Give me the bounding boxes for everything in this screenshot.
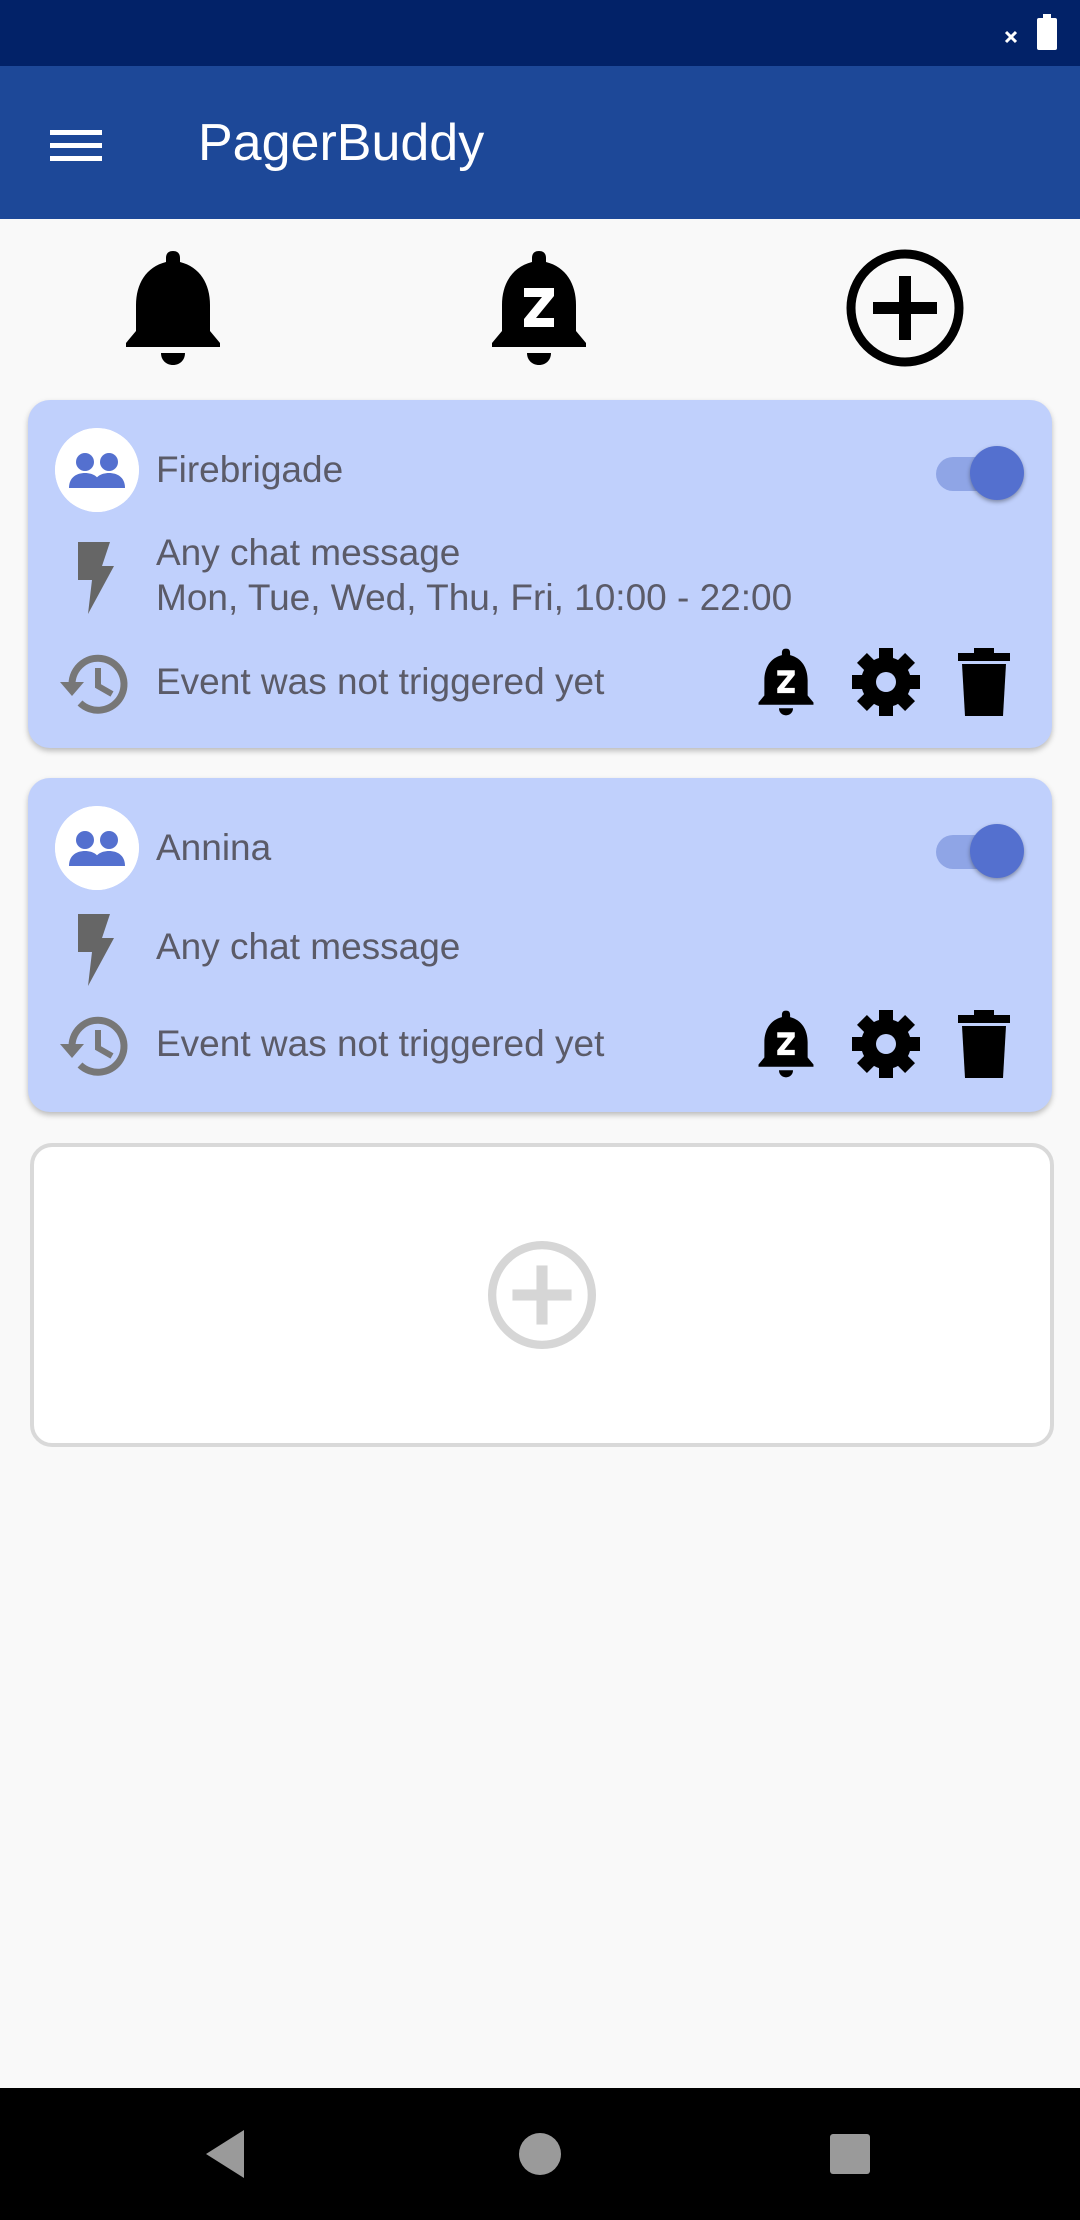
toggle-thumb [970,824,1024,878]
lightning-icon [78,542,114,614]
home-icon[interactable] [510,2124,570,2184]
navigation-bar [0,2088,1080,2220]
event-card: Firebrigade Any chat message Mon, Tue, W… [28,400,1052,748]
history-icon [60,1016,128,1076]
trigger-description: Any chat message [156,926,461,967]
menu-icon[interactable] [36,110,116,180]
group-avatar-icon [55,806,139,890]
history-status: Event was not triggered yet [156,1023,605,1064]
gear-icon[interactable] [848,1006,924,1082]
status-bar [0,0,1080,66]
trigger-schedule: Mon, Tue, Wed, Thu, Fri, 10:00 - 22:00 [156,577,793,618]
snooze-bell-icon[interactable] [748,1006,824,1082]
group-avatar-icon [55,428,139,512]
toggle-thumb [970,446,1024,500]
bell-icon[interactable] [108,243,238,373]
app-title: PagerBuddy [198,114,485,172]
enable-toggle[interactable] [928,440,1034,500]
lightning-icon [78,914,114,986]
add-circle-icon[interactable] [840,243,970,373]
history-icon [60,654,128,714]
close-icon [1004,30,1018,44]
top-actions [0,219,1080,389]
card-name: Annina [156,827,272,868]
snooze-bell-icon[interactable] [474,243,604,373]
back-icon[interactable] [196,2124,256,2184]
add-circle-icon [488,1241,596,1349]
card-name: Firebrigade [156,449,344,490]
trash-icon[interactable] [946,644,1022,720]
trash-icon[interactable] [946,1006,1022,1082]
battery-icon [1037,14,1057,50]
enable-toggle[interactable] [928,818,1034,878]
gear-icon[interactable] [848,644,924,720]
history-status: Event was not triggered yet [156,661,605,702]
recents-icon[interactable] [820,2124,880,2184]
snooze-bell-icon[interactable] [748,644,824,720]
app-bar: PagerBuddy [0,66,1080,219]
event-card: Annina Any chat message Event was not tr… [28,778,1052,1112]
add-event-card[interactable] [30,1143,1054,1447]
trigger-description: Any chat message [156,532,461,573]
